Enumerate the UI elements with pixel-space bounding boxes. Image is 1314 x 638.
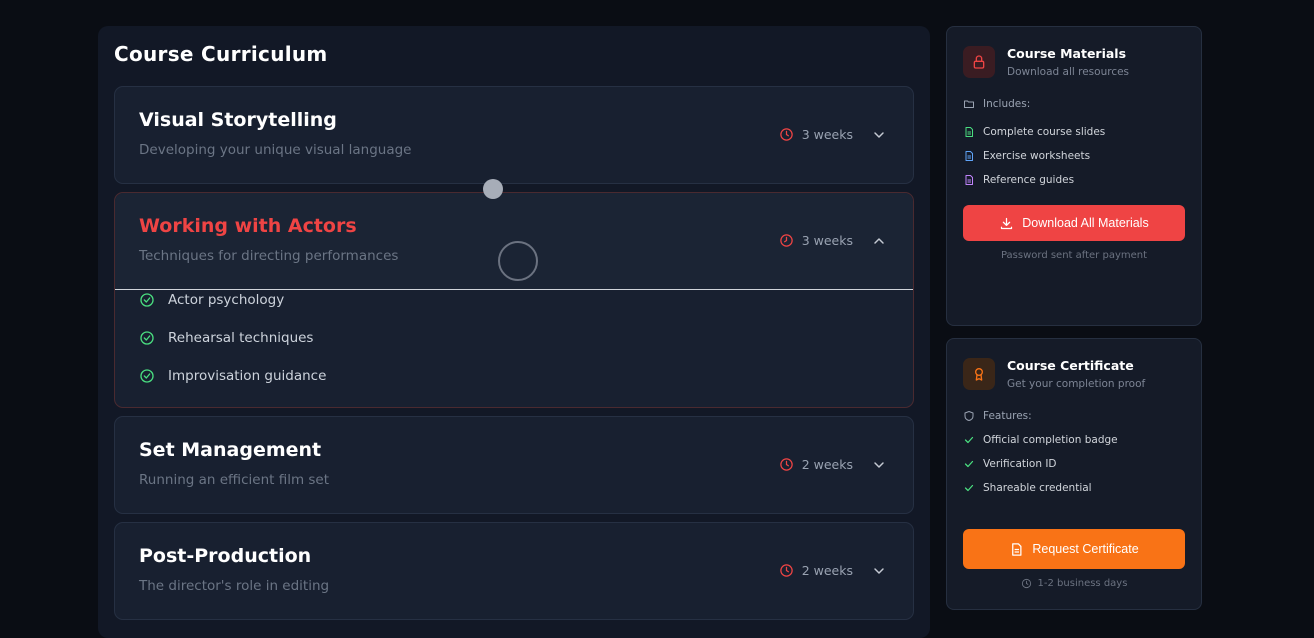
material-item: Complete course slides [963, 126, 1105, 138]
module-post-production[interactable]: Post-Production The director's role in e… [114, 522, 914, 620]
page: Course Curriculum Visual Storytelling De… [0, 0, 1314, 638]
request-certificate-button[interactable]: Request Certificate [963, 529, 1185, 569]
card-subtitle: Download all resources [1007, 66, 1130, 78]
file-text-icon [965, 175, 973, 185]
clock-icon [779, 234, 793, 247]
check-circle-icon [140, 293, 154, 307]
module-duration: 3 weeks [779, 233, 853, 248]
module-subtitle: The director's role in editing [139, 578, 330, 594]
check-circle-icon [140, 331, 154, 345]
clock-icon [779, 128, 793, 141]
card-subtitle: Get your completion proof [1007, 378, 1146, 390]
module-subtitle: Running an efficient film set [139, 472, 330, 488]
module-subtitle: Developing your unique visual language [139, 142, 412, 158]
lesson-item: Improvisation guidance [139, 368, 326, 384]
module-duration: 2 weeks [779, 457, 853, 472]
module-set-management[interactable]: Set Management Running an efficient film… [114, 416, 914, 514]
course-materials-card: Course Materials Download all resources … [946, 26, 1202, 326]
material-item: Exercise worksheets [963, 150, 1090, 162]
payment-note: Password sent after payment [1000, 250, 1148, 261]
chevron-down-icon[interactable] [871, 457, 887, 473]
module-title: Post-Production [139, 545, 312, 567]
curriculum-title: Course Curriculum [114, 42, 328, 66]
feature-item: Official completion badge [963, 434, 1118, 446]
chevron-down-icon[interactable] [871, 127, 887, 143]
duration-text: 2 weeks [801, 563, 853, 578]
file-text-icon [965, 151, 973, 161]
lesson-item: Actor psychology [139, 292, 284, 308]
drag-handle[interactable] [483, 179, 503, 199]
feature-item: Shareable credential [963, 482, 1092, 494]
cursor-indicator [498, 241, 538, 281]
module-duration: 2 weeks [779, 563, 853, 578]
curriculum-panel: Course Curriculum Visual Storytelling De… [98, 26, 930, 638]
check-circle-icon [140, 369, 154, 383]
clock-icon [1021, 578, 1031, 589]
download-icon [1001, 217, 1013, 229]
award-icon [963, 358, 995, 390]
duration-text: 3 weeks [801, 233, 853, 248]
chevron-down-icon[interactable] [871, 563, 887, 579]
lesson-label: Actor psychology [168, 292, 285, 308]
lesson-label: Rehearsal techniques [168, 330, 314, 346]
includes-label: Includes: [963, 98, 1030, 110]
check-icon [964, 484, 974, 492]
module-subtitle: Techniques for directing performances [139, 248, 399, 264]
module-working-with-actors[interactable]: Working with Actors Techniques for direc… [114, 192, 914, 408]
chevron-up-icon[interactable] [871, 233, 887, 249]
lesson-item: Rehearsal techniques [139, 330, 313, 346]
features-label: Features: [963, 410, 1032, 422]
material-item: Reference guides [963, 174, 1074, 186]
duration-text: 3 weeks [801, 127, 853, 142]
module-title: Working with Actors [139, 215, 357, 237]
card-title: Course Certificate [1007, 358, 1134, 373]
module-visual-storytelling[interactable]: Visual Storytelling Developing your uniq… [114, 86, 914, 184]
clock-icon [779, 458, 793, 471]
clock-icon [779, 564, 793, 577]
download-all-materials-button[interactable]: Download All Materials [963, 205, 1185, 241]
file-text-icon [965, 127, 973, 137]
check-icon [964, 436, 974, 444]
file-icon [1012, 542, 1022, 556]
module-title: Set Management [139, 439, 322, 461]
course-certificate-card: Course Certificate Get your completion p… [946, 338, 1202, 610]
lesson-label: Improvisation guidance [168, 368, 327, 384]
check-icon [964, 460, 974, 468]
card-title: Course Materials [1007, 46, 1127, 61]
lock-icon [963, 46, 995, 78]
shield-icon [964, 411, 974, 421]
feature-item: Verification ID [963, 458, 1057, 470]
duration-text: 2 weeks [801, 457, 853, 472]
folder-icon [964, 100, 974, 108]
module-duration: 3 weeks [779, 127, 853, 142]
turnaround-note: 1-2 business days [947, 578, 1201, 589]
module-title: Visual Storytelling [139, 109, 337, 131]
